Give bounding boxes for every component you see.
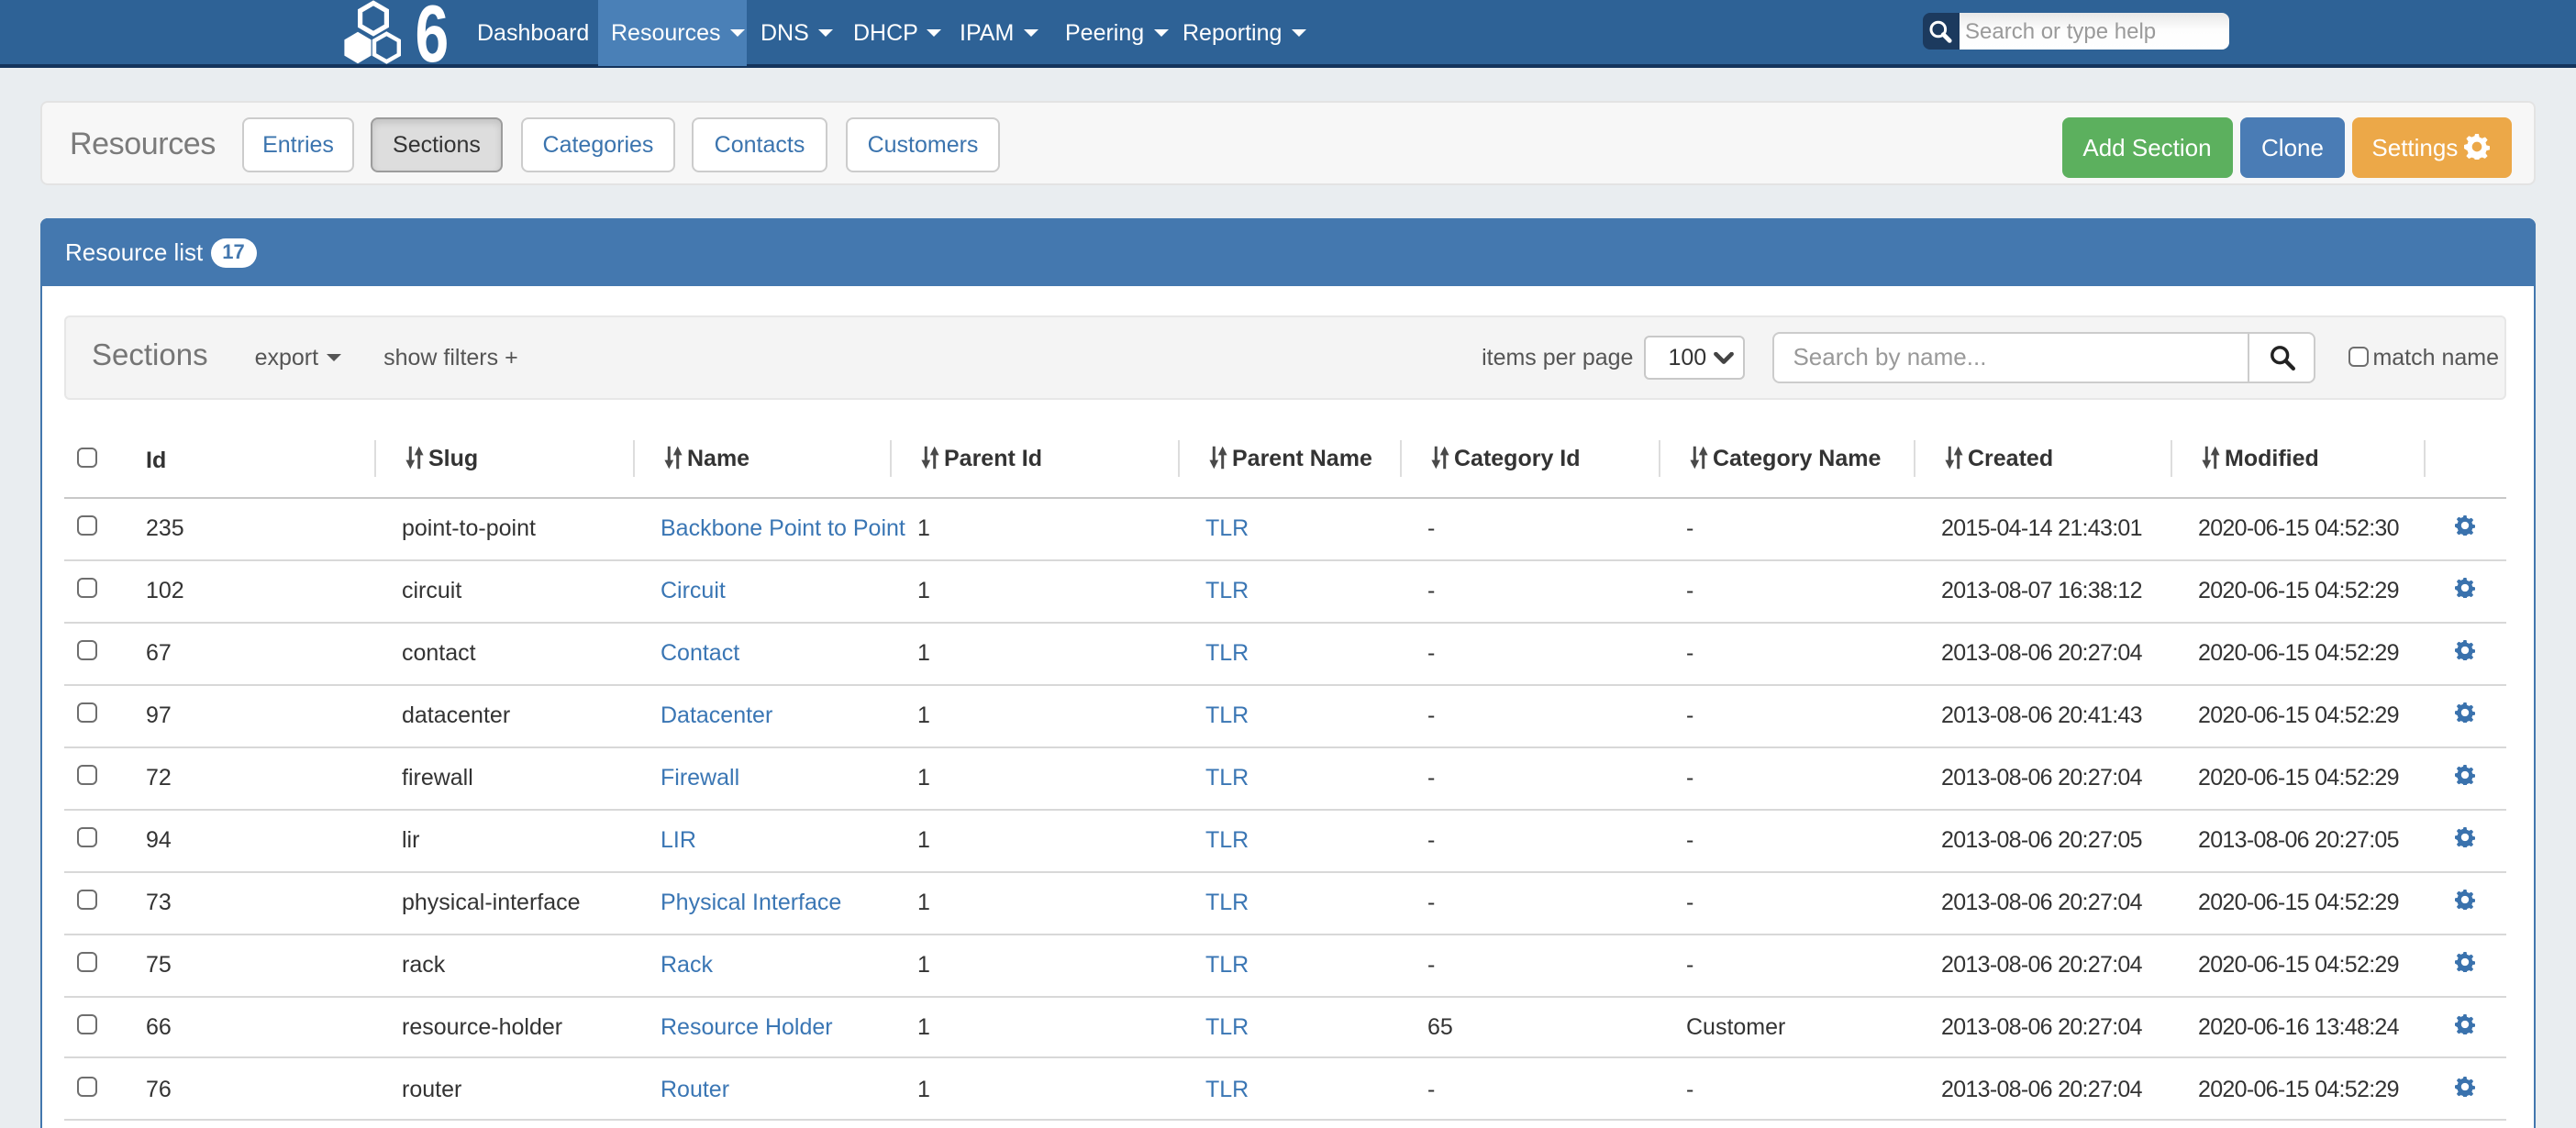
svg-text:6: 6 [416,0,450,66]
